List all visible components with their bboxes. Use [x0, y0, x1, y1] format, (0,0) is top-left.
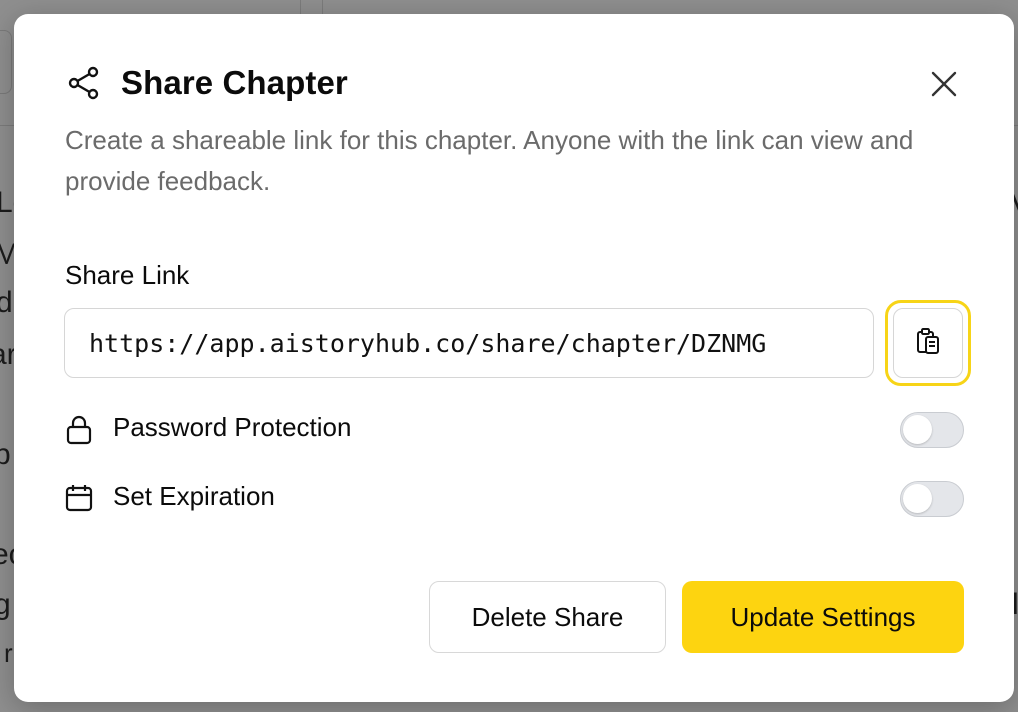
share-link-label: Share Link — [65, 260, 190, 290]
delete-share-button[interactable]: Delete Share — [429, 581, 666, 653]
share-link-input[interactable] — [64, 308, 874, 378]
background-divider — [300, 0, 301, 14]
toggle-knob — [903, 415, 932, 444]
background-text: g — [0, 588, 11, 621]
background-text: d — [0, 286, 13, 319]
set-expiration-toggle[interactable] — [900, 481, 964, 517]
lock-icon — [65, 414, 93, 444]
set-expiration-label: Set Expiration — [113, 481, 275, 511]
share-dialog: Share Chapter Create a shareable link fo… — [14, 14, 1014, 702]
dialog-description: Create a shareable link for this chapter… — [65, 125, 914, 196]
close-button[interactable] — [926, 68, 962, 104]
background-text: b — [0, 438, 11, 471]
dialog-title: Share Chapter — [121, 64, 348, 101]
password-protection-row: Password Protection — [65, 412, 352, 444]
password-protection-toggle[interactable] — [900, 412, 964, 448]
password-protection-label: Password Protection — [113, 412, 352, 442]
calendar-icon — [65, 483, 93, 511]
background-text: r — [4, 638, 13, 668]
background-divider — [322, 0, 323, 14]
set-expiration-row: Set Expiration — [65, 481, 275, 512]
share-icon — [66, 65, 102, 101]
close-icon — [931, 71, 957, 102]
toggle-knob — [903, 484, 932, 513]
dialog-header: Share Chapter — [66, 64, 348, 102]
copy-link-button-inner — [893, 308, 963, 378]
update-settings-button[interactable]: Update Settings — [682, 581, 964, 653]
background-panel — [0, 30, 12, 94]
copy-link-button[interactable] — [885, 300, 971, 386]
clipboard-copy-icon — [915, 327, 941, 360]
